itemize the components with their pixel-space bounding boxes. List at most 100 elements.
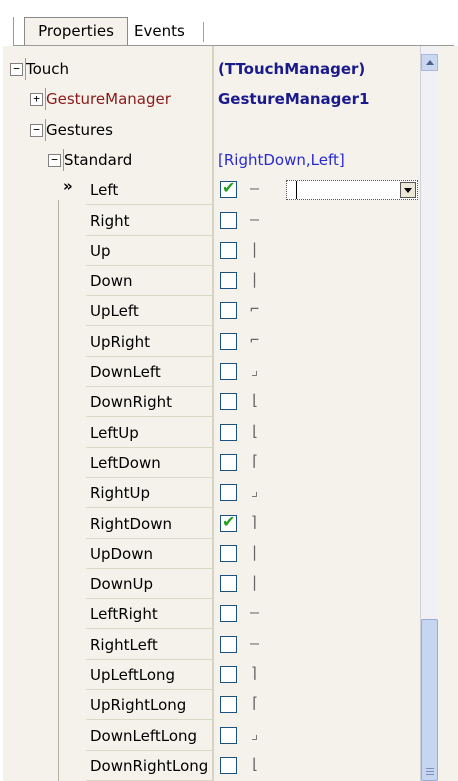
property-value[interactable]	[218, 115, 420, 145]
gesture-shape-icon: ⌊	[250, 755, 260, 773]
property-row-downup[interactable]: DownUp |	[0, 569, 420, 599]
property-name[interactable]: Touch	[26, 54, 210, 84]
gesture-shape-icon: ⌟	[250, 361, 260, 379]
gesture-checkbox[interactable]	[220, 302, 237, 319]
gesture-checkbox[interactable]	[220, 757, 237, 774]
tab-separator	[203, 22, 204, 42]
gesture-shape-icon: ⌐	[250, 300, 260, 318]
vertical-scrollbar[interactable]	[420, 46, 438, 781]
property-name[interactable]: Up	[90, 236, 212, 266]
property-name[interactable]: GestureManager	[46, 84, 210, 114]
property-name[interactable]: RightLeft	[90, 630, 212, 660]
gesture-checkbox[interactable]	[220, 575, 237, 592]
gesture-shape-icon: ⌟	[250, 725, 260, 743]
property-name[interactable]: DownRight	[90, 387, 212, 417]
gesture-checkbox[interactable]	[220, 484, 237, 501]
collapse-icon[interactable]: −	[10, 63, 23, 76]
gesture-checkbox[interactable]: ✔	[220, 512, 237, 532]
property-row-up[interactable]: Up |	[0, 236, 420, 266]
property-grid: − Touch (TTouchManager) + GestureManager Gest…	[0, 46, 458, 781]
property-row-rightdown[interactable]: RightDown ✔ ⌉	[0, 509, 420, 539]
property-row-left[interactable]: Left ✔ — »	[0, 175, 420, 205]
collapse-icon[interactable]: −	[48, 154, 61, 167]
property-name[interactable]: UpLeftLong	[90, 660, 212, 690]
property-name[interactable]: LeftDown	[90, 448, 212, 478]
gesture-checkbox[interactable]	[220, 545, 237, 562]
checkmark-icon: ✔	[222, 178, 236, 197]
property-name[interactable]: RightUp	[90, 478, 212, 508]
gesture-shape-icon: |	[250, 240, 260, 258]
checkmark-icon: ✔	[222, 512, 236, 531]
gesture-checkbox[interactable]	[220, 636, 237, 653]
property-name[interactable]: Standard	[64, 145, 210, 175]
gesture-checkbox[interactable]	[220, 272, 237, 289]
scroll-up-button[interactable]	[421, 54, 438, 71]
property-name[interactable]: Gestures	[46, 115, 210, 145]
property-name[interactable]: Left	[90, 175, 212, 205]
gesture-checkbox[interactable]	[220, 454, 237, 471]
gesture-shape-icon: —	[250, 634, 260, 652]
property-name[interactable]: DownRightLong	[90, 751, 212, 781]
property-row-upleftlong[interactable]: UpLeftLong ⌉	[0, 660, 420, 690]
property-name[interactable]: UpDown	[90, 539, 212, 569]
tab-properties[interactable]: Properties	[24, 17, 128, 46]
property-name[interactable]: DownLeftLong	[90, 721, 212, 751]
gesture-checkbox[interactable]	[220, 727, 237, 744]
property-row-gestures[interactable]: − Gestures	[0, 115, 420, 145]
property-row-leftright[interactable]: LeftRight —	[0, 599, 420, 629]
gesture-shape-icon: —	[250, 179, 260, 197]
property-row-leftup[interactable]: LeftUp ⌊	[0, 418, 420, 448]
property-value[interactable]: [RightDown,Left]	[218, 145, 420, 175]
property-row-rightup[interactable]: RightUp ⌟	[0, 478, 420, 508]
gesture-checkbox[interactable]	[220, 212, 237, 229]
property-row-leftdown[interactable]: LeftDown ⌈	[0, 448, 420, 478]
property-name[interactable]: RightDown	[90, 509, 212, 539]
property-row-downrightlong[interactable]: DownRightLong ⌊	[0, 751, 420, 781]
property-row-down[interactable]: Down |	[0, 266, 420, 296]
property-row-upright[interactable]: UpRight ⌐	[0, 327, 420, 357]
property-row-touch[interactable]: − Touch (TTouchManager)	[0, 54, 420, 84]
property-name[interactable]: UpLeft	[90, 296, 212, 326]
tab-events[interactable]: Events	[132, 18, 202, 45]
collapse-icon[interactable]: −	[30, 124, 43, 137]
scroll-thumb[interactable]	[421, 619, 438, 781]
property-name[interactable]: Right	[90, 206, 212, 236]
property-row-right[interactable]: Right —	[0, 206, 420, 236]
expand-icon[interactable]: +	[30, 93, 43, 106]
thumb-grip-icon	[426, 768, 434, 769]
gesture-shape-icon: |	[250, 270, 260, 288]
property-row-uprightlong[interactable]: UpRightLong ⌈	[0, 690, 420, 720]
property-value[interactable]: (TTouchManager)	[218, 54, 420, 84]
gesture-checkbox[interactable]	[220, 605, 237, 622]
property-row-updown[interactable]: UpDown |	[0, 539, 420, 569]
gesture-shape-icon: ⌊	[250, 422, 260, 440]
gesture-checkbox[interactable]	[220, 393, 237, 410]
gesture-checkbox[interactable]	[220, 242, 237, 259]
gesture-checkbox[interactable]	[220, 424, 237, 441]
property-row-standard[interactable]: − Standard [RightDown,Left]	[0, 145, 420, 175]
gesture-shape-icon: ⌉	[250, 513, 260, 531]
property-row-downleft[interactable]: DownLeft ⌟	[0, 357, 420, 387]
property-row-gesturemanager[interactable]: + GestureManager GestureManager1	[0, 84, 420, 114]
gesture-shape-icon: —	[250, 210, 260, 228]
property-name[interactable]: DownLeft	[90, 357, 212, 387]
gesture-shape-icon: ⌟	[250, 482, 260, 500]
gesture-checkbox[interactable]	[220, 363, 237, 380]
property-name[interactable]: LeftRight	[90, 599, 212, 629]
property-row-downleftlong[interactable]: DownLeftLong ⌟	[0, 721, 420, 751]
property-name[interactable]: DownUp	[90, 569, 212, 599]
property-name[interactable]: Down	[90, 266, 212, 296]
property-name[interactable]: UpRightLong	[90, 690, 212, 720]
property-row-rightleft[interactable]: RightLeft —	[0, 630, 420, 660]
gesture-checkbox[interactable]	[220, 696, 237, 713]
property-row-upleft[interactable]: UpLeft ⌐	[0, 296, 420, 326]
gesture-checkbox[interactable]: ✔	[220, 178, 237, 198]
property-name[interactable]: LeftUp	[90, 418, 212, 448]
property-value[interactable]: GestureManager1	[218, 84, 420, 114]
property-name[interactable]: UpRight	[90, 327, 212, 357]
gesture-editor-combo[interactable]	[286, 180, 418, 200]
property-row-downright[interactable]: DownRight ⌊	[0, 387, 420, 417]
dropdown-arrow-icon[interactable]	[400, 182, 416, 198]
gesture-checkbox[interactable]	[220, 333, 237, 350]
gesture-checkbox[interactable]	[220, 666, 237, 683]
